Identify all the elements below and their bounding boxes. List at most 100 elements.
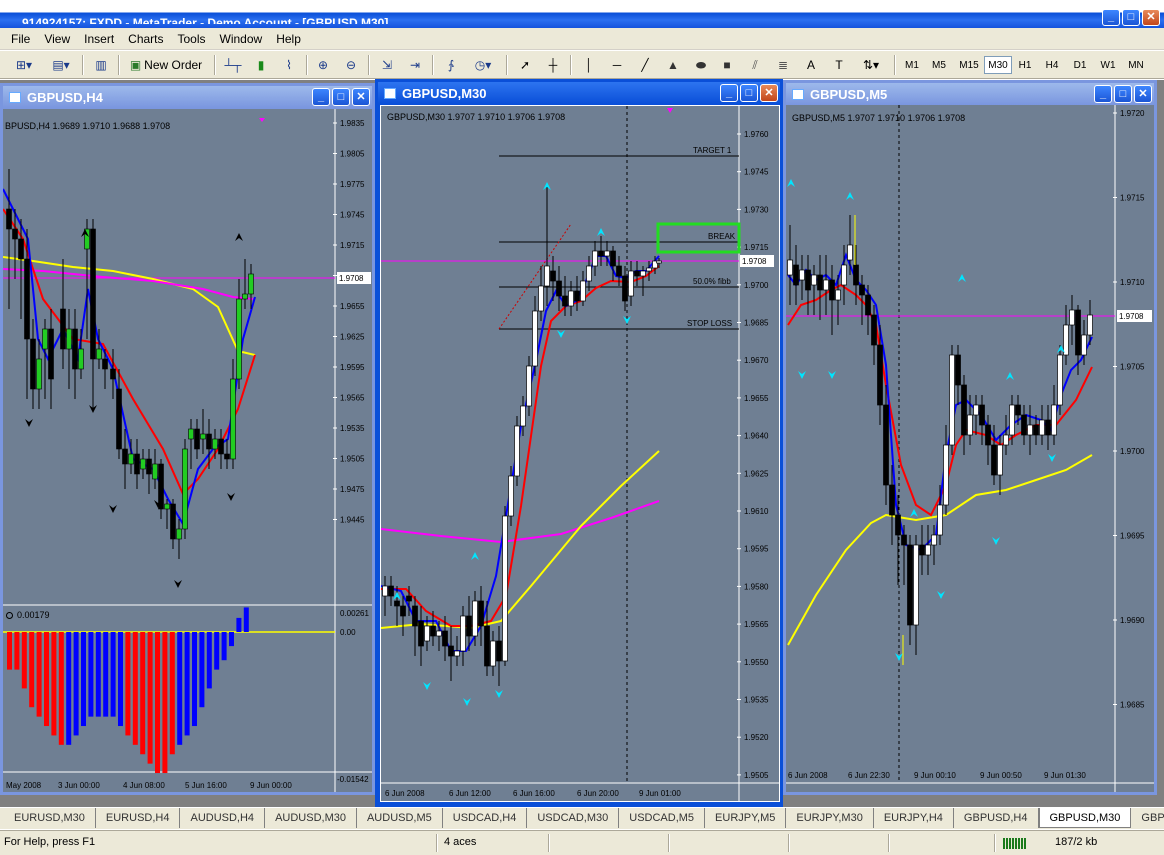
tf-m30-button[interactable]: M30 (984, 56, 1012, 74)
tab-eurjpy-m5[interactable]: EURJPY,M5 (705, 808, 787, 828)
tab-usdcad-m5[interactable]: USDCAD,M5 (619, 808, 706, 828)
menu-insert[interactable]: Insert (77, 32, 121, 46)
cursor-icon[interactable]: ➚ (514, 54, 536, 76)
candle-body (574, 290, 580, 302)
tf-m15-button[interactable]: M15 (955, 56, 983, 74)
window-minimize-button[interactable]: _ (1094, 85, 1112, 103)
close-button[interactable]: ✕ (1142, 9, 1160, 26)
new-order-button[interactable]: ▣ New Order (124, 54, 208, 76)
new-chart-icon[interactable]: ⊞▾ (8, 54, 40, 76)
candlestick-icon[interactable]: ▮ (250, 54, 272, 76)
window-maximize-button[interactable]: □ (332, 88, 350, 106)
tf-m5-button[interactable]: M5 (927, 56, 951, 74)
menu-bar: File View Insert Charts Tools Window Hel… (0, 28, 1164, 50)
window-minimize-button[interactable]: _ (312, 88, 330, 106)
fractal-down-arrow (992, 537, 1000, 545)
menu-view[interactable]: View (37, 32, 77, 46)
minimize-button[interactable]: _ (1102, 9, 1120, 26)
menu-charts[interactable]: Charts (121, 32, 170, 46)
window-maximize-button[interactable]: □ (740, 84, 758, 102)
candle-body (110, 368, 116, 380)
tab-gbpusd-m30[interactable]: GBPUSD,M30 (1038, 808, 1132, 828)
price-tick-label: 1.9690 (1120, 616, 1145, 625)
autoscroll-icon[interactable]: ⇲ (376, 54, 398, 76)
candle-body (442, 630, 448, 647)
tf-mn-button[interactable]: MN (1124, 56, 1148, 74)
tf-h4-button[interactable]: H4 (1040, 56, 1064, 74)
chart-window-gbpusd-h4[interactable]: GBPUSD,H4 _ □ ✕ 1.9835 1.9805 1.9775 1.9745 1.… (0, 83, 375, 795)
indicators-icon[interactable]: ∱ (440, 54, 462, 76)
time-tick-label: 9 Jun 00:50 (980, 771, 1022, 780)
tab-gbpusd-h4[interactable]: GBPUSD,H4 (954, 808, 1039, 828)
chart-shift-icon[interactable]: ⇥ (404, 54, 426, 76)
bar-chart-icon[interactable]: ┴┬ (222, 54, 244, 76)
candle-body (628, 270, 634, 297)
candle-body (793, 264, 799, 286)
fibonacci-icon[interactable]: ≣ (772, 54, 794, 76)
tf-m1-button[interactable]: M1 (900, 56, 924, 74)
arrows-icon[interactable]: ⇅▾ (856, 54, 886, 76)
tf-w1-button[interactable]: W1 (1096, 56, 1120, 74)
window-close-button[interactable]: ✕ (1134, 85, 1152, 103)
tab-eurjpy-m30[interactable]: EURJPY,M30 (786, 808, 874, 828)
fractal-up-arrow (235, 233, 243, 241)
candle-body (1075, 309, 1081, 356)
tf-h1-button[interactable]: H1 (1013, 56, 1037, 74)
tab-usdcad-h4[interactable]: USDCAD,H4 (443, 808, 528, 828)
tab-usdcad-m30[interactable]: USDCAD,M30 (527, 808, 620, 828)
candle-body (394, 600, 400, 607)
triangle-icon[interactable]: ▲ (662, 54, 684, 76)
chart-area[interactable]: 1.9760 1.9745 1.9730 1.9715 1.9700 1.9685 1.96… (380, 105, 780, 802)
window-maximize-button[interactable]: □ (1114, 85, 1132, 103)
periods-icon[interactable]: ◷▾ (468, 54, 498, 76)
menu-tools[interactable]: Tools (171, 32, 213, 46)
ma-yellow-line (787, 454, 1093, 646)
text-icon[interactable]: A (800, 54, 822, 76)
rectangle-icon[interactable]: ■ (716, 54, 738, 76)
candle-body (42, 328, 48, 350)
equidistant-channel-icon[interactable]: ⫽ (744, 54, 766, 76)
ellipse-icon[interactable]: ⬬ (690, 54, 712, 76)
chart-info-text: BPUSD,H4 1.9689 1.9710 1.9688 1.9708 (5, 121, 171, 131)
chart-window-gbpusd-m5[interactable]: GBPUSD,M5 _ □ ✕ 1.9720 1.9715 1.9710 1.9705 1.… (783, 80, 1157, 795)
trendline-icon[interactable]: ╱ (634, 54, 656, 76)
tab-audusd-m30[interactable]: AUDUSD,M30 (265, 808, 357, 828)
candle-body (835, 289, 841, 301)
fractal-down-arrow (557, 330, 565, 338)
tab-audusd-m5[interactable]: AUDUSD,M5 (357, 808, 443, 828)
window-close-button[interactable]: ✕ (352, 88, 370, 106)
oscillator-tick-label: -0.01542 (337, 775, 369, 784)
menu-file[interactable]: File (4, 32, 37, 46)
oscillator-bar (214, 632, 220, 670)
tab-eurusd-h4[interactable]: EURUSD,H4 (96, 808, 181, 828)
window-minimize-button[interactable]: _ (720, 84, 738, 102)
menu-window[interactable]: Window (213, 32, 270, 46)
price-tick-label: 1.9700 (744, 281, 769, 290)
line-chart-icon[interactable]: ⌇ (278, 54, 300, 76)
price-tick-label: 1.9710 (1120, 278, 1145, 287)
tab-audusd-h4[interactable]: AUDUSD,H4 (180, 808, 266, 828)
horizontal-line-icon[interactable]: ─ (606, 54, 628, 76)
time-tick-label: 6 Jun 2008 (385, 789, 425, 798)
zoom-in-icon[interactable]: ⊕ (312, 54, 334, 76)
zoom-out-icon[interactable]: ⊖ (340, 54, 362, 76)
vertical-line-icon[interactable]: │ (578, 54, 600, 76)
time-tick-label: 6 Jun 12:00 (449, 789, 491, 798)
crosshair-icon[interactable]: ┼ (542, 54, 564, 76)
navigator-icon[interactable]: ▥ (90, 54, 112, 76)
window-close-button[interactable]: ✕ (760, 84, 778, 102)
candle-body (116, 388, 122, 450)
profiles-icon[interactable]: ▤▾ (46, 54, 76, 76)
menu-help[interactable]: Help (269, 32, 308, 46)
tab-eurjpy-h4[interactable]: EURJPY,H4 (874, 808, 954, 828)
maximize-button[interactable]: □ (1122, 9, 1140, 26)
candle-body (943, 444, 949, 506)
chart-area[interactable]: 1.98351.98051.97751.97451.97151.96851.96… (3, 109, 372, 792)
chart-window-gbpusd-m30[interactable]: GBPUSD,M30 _ □ ✕ 1.9760 1.9745 1.9730 1.9715 1… (375, 79, 783, 807)
text-label-icon[interactable]: T (828, 54, 850, 76)
tab-gbpusd-partial[interactable]: GBPUSD, (1131, 808, 1164, 828)
tab-eurusd-m30[interactable]: EURUSD,M30 (4, 808, 96, 828)
tf-d1-button[interactable]: D1 (1068, 56, 1092, 74)
chart-area[interactable]: 1.9720 1.9715 1.9710 1.9705 1.9700 1.9695 1.96… (786, 105, 1154, 792)
oscillator-bar (95, 632, 101, 717)
